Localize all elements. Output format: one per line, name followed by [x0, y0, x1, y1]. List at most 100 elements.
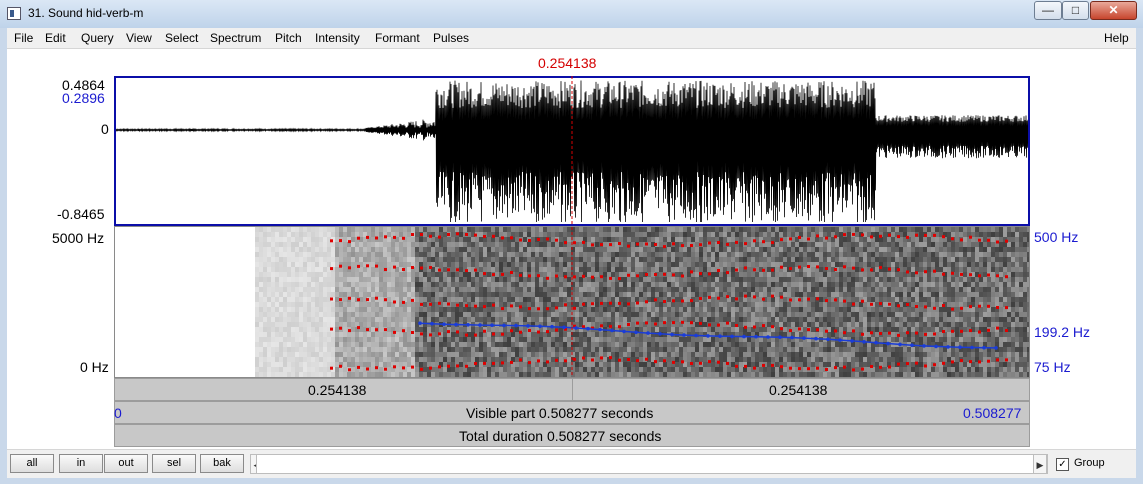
spectrogram-cell: [663, 287, 667, 292]
spectrogram-cell: [391, 227, 395, 232]
spectrogram-cell: [463, 337, 467, 342]
spectrogram-cell: [299, 287, 303, 292]
spectrogram-cell: [559, 257, 563, 262]
menu-spectrum[interactable]: Spectrum: [210, 31, 261, 45]
spectrogram-cell: [639, 307, 643, 312]
spectrogram-cell: [415, 317, 419, 322]
spectrogram-cell: [835, 317, 839, 322]
spectrogram-cell: [287, 312, 291, 317]
spectrogram-cell: [435, 347, 439, 352]
spectrogram-cell: [331, 332, 335, 337]
spectrogram-cell: [463, 242, 467, 247]
menu-formant[interactable]: Formant: [375, 31, 420, 45]
spectrogram-cell: [679, 292, 683, 297]
spectrogram-cell: [343, 302, 347, 307]
spectrogram-cell: [499, 242, 503, 247]
spectrogram-cell: [779, 317, 783, 322]
spectrogram-cell: [599, 292, 603, 297]
spectrogram-cell: [719, 342, 723, 347]
spectrogram-cell: [667, 242, 671, 247]
spectrogram-cell: [271, 277, 275, 282]
spectrogram-cell: [807, 332, 811, 337]
spectrogram-cell: [719, 372, 723, 377]
spectrogram-cell: [903, 282, 907, 287]
spectrogram-cell: [263, 322, 267, 327]
menu-select[interactable]: Select: [165, 31, 198, 45]
spectrogram-cell: [583, 367, 587, 372]
spectrogram-cell: [819, 252, 823, 257]
spectrogram-cell: [863, 237, 867, 242]
menu-intensity[interactable]: Intensity: [315, 31, 360, 45]
minimize-button[interactable]: —: [1034, 1, 1062, 20]
spectrogram-cell: [311, 232, 315, 237]
spectrogram-cell: [771, 342, 775, 347]
spectrogram-cell: [855, 267, 859, 272]
spectrogram-cell: [883, 367, 887, 372]
spectrogram-cell: [443, 307, 447, 312]
spectrogram-cell: [619, 252, 623, 257]
menu-pulses[interactable]: Pulses: [433, 31, 469, 45]
spectrogram-cell: [623, 337, 627, 342]
spectrogram-cell: [639, 297, 643, 302]
menu-pitch[interactable]: Pitch: [275, 31, 302, 45]
spectrogram-cell: [695, 372, 699, 377]
spectrogram-cell: [523, 242, 527, 247]
spectrogram-cell: [711, 292, 715, 297]
spectrogram-cell: [751, 262, 755, 267]
spectrogram-cell: [619, 312, 623, 317]
spectrogram-cell: [291, 227, 295, 232]
spectrogram-cell: [575, 257, 579, 262]
spectrogram-cell: [551, 257, 555, 262]
spectrogram-cell: [403, 262, 407, 267]
spectrogram-cell: [387, 257, 391, 262]
spectrogram-cell: [383, 322, 387, 327]
spectrogram-cell: [691, 287, 695, 292]
spectrogram-cell: [543, 272, 547, 277]
title-bar[interactable]: 31. Sound hid-verb-m — □ ✕: [0, 0, 1143, 28]
spectrogram-cell: [299, 342, 303, 347]
spectrogram-cell: [383, 242, 387, 247]
spectrogram-cell: [567, 317, 571, 322]
menu-view[interactable]: View: [126, 31, 152, 45]
close-button[interactable]: ✕: [1090, 1, 1137, 20]
spectrogram-cell: [675, 367, 679, 372]
menu-help[interactable]: Help: [1104, 31, 1129, 45]
menu-edit[interactable]: Edit: [45, 31, 66, 45]
maximize-button[interactable]: □: [1062, 1, 1089, 20]
spectrogram-cell: [595, 297, 599, 302]
spectrogram-cell: [311, 332, 315, 337]
spectrogram-cell: [759, 312, 763, 317]
menu-file[interactable]: File: [14, 31, 33, 45]
spectrogram-cell: [555, 257, 559, 262]
spectrogram-cell: [723, 247, 727, 252]
spectrogram-cell: [511, 292, 515, 297]
menu-query[interactable]: Query: [81, 31, 114, 45]
spectrogram-cell: [423, 352, 427, 357]
spectrogram-cell: [839, 317, 843, 322]
spectrogram-cell: [267, 237, 271, 242]
spectrogram-cell: [911, 277, 915, 282]
spectrogram-cell: [411, 357, 415, 362]
spectrogram-cell: [575, 297, 579, 302]
spectrogram-cell: [583, 232, 587, 237]
spectrogram-cell: [847, 227, 851, 232]
spectrogram-cell: [819, 357, 823, 362]
spectrogram-cell: [791, 247, 795, 252]
spectrogram-panel[interactable]: [114, 226, 1030, 378]
spectrogram-cell: [267, 372, 271, 377]
spectrogram-cell: [767, 247, 771, 252]
spectrogram-cell: [591, 367, 595, 372]
spectrogram-cell: [451, 337, 455, 342]
spectrogram-cell: [491, 242, 495, 247]
spectrogram-cell: [499, 352, 503, 357]
spectrogram-cell: [811, 347, 815, 352]
spectrogram-cell: [463, 342, 467, 347]
spectrogram-cell: [283, 287, 287, 292]
spectrogram-cell: [551, 272, 555, 277]
spectrogram-cell: [611, 272, 615, 277]
spectrogram-cell: [783, 312, 787, 317]
spectrogram-cell: [703, 272, 707, 277]
spectrogram-cell: [635, 282, 639, 287]
spectrogram-cell: [803, 317, 807, 322]
spectrogram-cell: [747, 337, 751, 342]
